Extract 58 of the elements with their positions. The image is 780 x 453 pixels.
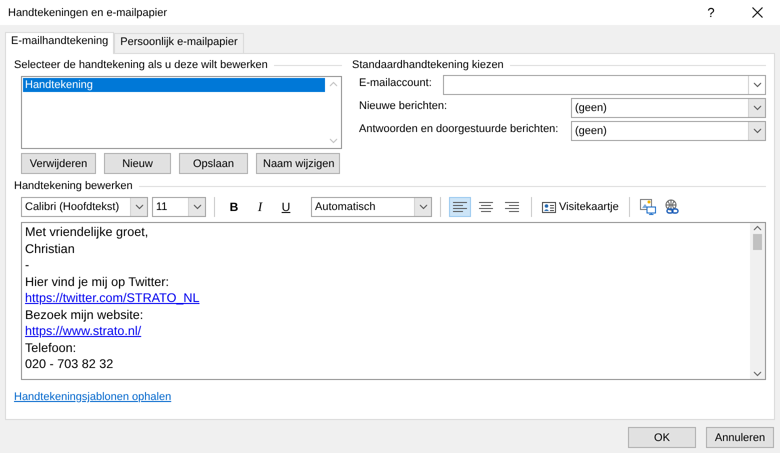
signature-text: Hier vind je mij op Twitter:	[25, 274, 169, 288]
field-label: Antwoorden en doorgestuurde berichten:	[359, 122, 560, 135]
signature-text: -	[25, 258, 30, 272]
dialog-button[interactable]: OK	[628, 427, 696, 448]
picture-monitor-icon	[640, 199, 656, 215]
font-dropdown[interactable]: Calibri (Hoofdtekst)	[21, 197, 148, 217]
align-center-icon	[479, 202, 493, 212]
action-button[interactable]: Verwijderen	[21, 153, 96, 174]
chevron-down-icon	[752, 105, 762, 111]
link[interactable]: https://twitter.com/STRATO_NL	[25, 291, 200, 305]
signature-text: Met vriendelijke groet,	[25, 225, 148, 239]
scrollbar-thumb[interactable]	[753, 234, 762, 250]
chevron-down-icon	[752, 128, 762, 134]
tab[interactable]: E-mailhandtekening	[5, 32, 114, 54]
account-dropdown[interactable]	[443, 75, 766, 95]
close-icon[interactable]	[752, 7, 762, 18]
signature-text: Telefoon:	[25, 340, 76, 354]
underline-button[interactable]: U	[275, 197, 297, 217]
group-title: Handtekening bewerken	[14, 180, 133, 192]
size-dropdown[interactable]: 11	[152, 197, 206, 217]
chevron-down-icon	[752, 82, 762, 88]
action-button[interactable]: Nieuw	[104, 153, 171, 174]
signature-dropdown[interactable]: (geen)	[571, 98, 766, 118]
scroll-up-icon	[329, 81, 338, 87]
list-item[interactable]: Handtekening	[23, 78, 325, 92]
signature-dropdown[interactable]: (geen)	[571, 121, 766, 141]
scroll-down-icon	[753, 371, 762, 377]
action-button[interactable]: Naam wijzigen	[256, 153, 340, 174]
templates-link[interactable]: Handtekeningsjablonen ophalen	[14, 391, 172, 403]
align-right-icon	[505, 202, 519, 212]
signature-text: Bezoek mijn website:	[25, 308, 144, 322]
link[interactable]: https://www.strato.nl/	[25, 324, 142, 338]
globe-link-icon	[664, 199, 680, 215]
insert-picture-button[interactable]	[638, 197, 658, 217]
chevron-down-icon	[192, 204, 202, 210]
scroll-up-icon	[753, 225, 762, 231]
field-label: Nieuwe berichten:	[359, 99, 448, 112]
dialog-button[interactable]: Annuleren	[706, 427, 774, 448]
chevron-down-icon	[134, 204, 144, 210]
italic-button[interactable]: I	[249, 197, 271, 217]
signature-editor[interactable]: Met vriendelijke groet, Christian - Hier vind je mij op Twitter: https://twitter.com/STRATO_NL Bezoek mijn website: https://www.strato.nl/ Telefoon: 020 - 703 82 32	[21, 222, 766, 380]
group-title: Selecteer de handtekening als u deze wilt bewerken	[14, 59, 268, 71]
group-title: Standaardhandtekening kiezen	[352, 59, 504, 71]
align-left-icon	[453, 202, 467, 212]
chevron-down-icon	[418, 204, 428, 210]
color-dropdown[interactable]: Automatisch	[311, 197, 432, 217]
window-title: Handtekeningen en e-mailpapier	[8, 6, 168, 18]
bold-button[interactable]: B	[223, 197, 245, 217]
field-label: E-mailaccount:	[359, 76, 433, 89]
signature-text: Christian	[25, 242, 75, 256]
scroll-down-icon	[329, 138, 338, 144]
align-button[interactable]	[449, 197, 471, 217]
contact-card-icon	[542, 202, 556, 212]
signature-text: 020 - 703 82 32	[25, 357, 114, 371]
tab[interactable]: Persoonlijk e-mailpapier	[114, 33, 244, 53]
business-card-button[interactable]: Visitekaartje	[540, 197, 621, 217]
action-button[interactable]: Opslaan	[179, 153, 248, 174]
help-button[interactable]: ?	[688, 4, 734, 21]
